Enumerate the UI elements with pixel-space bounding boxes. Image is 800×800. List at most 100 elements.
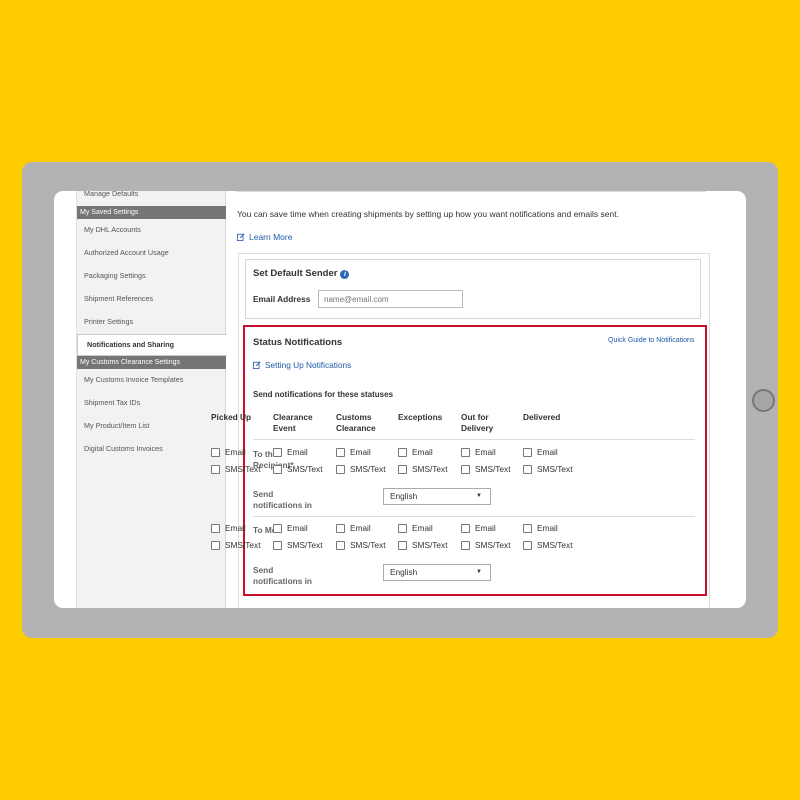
send-label-line: Send bbox=[253, 565, 274, 575]
sms-checkbox[interactable] bbox=[211, 465, 220, 474]
default-sender-title-text: Set Default Sender bbox=[253, 268, 338, 279]
sidebar-section-header: My Saved Settings bbox=[77, 206, 226, 219]
sms-checkbox[interactable] bbox=[523, 541, 532, 550]
sms-checkbox[interactable] bbox=[336, 465, 345, 474]
column-header: Exceptions bbox=[398, 412, 456, 423]
sidebar-item[interactable]: Digital Customs Invoices bbox=[77, 439, 226, 459]
email-option-label: Email bbox=[475, 523, 496, 533]
sms-option-label: SMS/Text bbox=[475, 540, 511, 550]
learn-more-label: Learn More bbox=[249, 232, 293, 242]
email-checkbox[interactable] bbox=[398, 524, 407, 533]
language-select[interactable]: English ▼ bbox=[383, 564, 491, 581]
column-header-line: Clearance bbox=[273, 412, 313, 422]
email-option-label: Email bbox=[350, 447, 371, 457]
sms-checkbox[interactable] bbox=[523, 465, 532, 474]
email-checkbox[interactable] bbox=[523, 448, 532, 457]
screen: Manage Defaults My Saved Settings My DHL A… bbox=[54, 191, 746, 608]
email-checkbox[interactable] bbox=[461, 448, 470, 457]
sms-option-label: SMS/Text bbox=[537, 464, 573, 474]
top-divider bbox=[236, 191, 706, 192]
sms-checkbox[interactable] bbox=[336, 541, 345, 550]
learn-more-link[interactable]: Learn More bbox=[237, 232, 292, 242]
sms-checkbox[interactable] bbox=[211, 541, 220, 550]
sidebar: Manage Defaults My Saved Settings My DHL A… bbox=[76, 191, 227, 608]
column-header-line: Picked Up bbox=[211, 412, 252, 422]
email-checkbox[interactable] bbox=[523, 524, 532, 533]
sms-checkbox[interactable] bbox=[273, 465, 282, 474]
sidebar-item[interactable]: Notifications and Sharing bbox=[77, 334, 227, 356]
sms-option-label: SMS/Text bbox=[412, 464, 448, 474]
email-option-label: Email bbox=[350, 523, 371, 533]
column-header: Delivered bbox=[523, 412, 581, 423]
send-notifications-label: Send notifications in bbox=[253, 565, 312, 587]
sms-option-label: SMS/Text bbox=[412, 540, 448, 550]
column-header-line: Customs bbox=[336, 412, 372, 422]
email-checkbox[interactable] bbox=[336, 448, 345, 457]
email-checkbox[interactable] bbox=[398, 448, 407, 457]
column-header: Out for Delivery bbox=[461, 412, 519, 434]
intro-text: You can save time when creating shipment… bbox=[237, 209, 619, 219]
sidebar-item[interactable]: Printer Settings bbox=[77, 312, 226, 332]
sms-option-label: SMS/Text bbox=[350, 464, 386, 474]
send-label-line: notifications in bbox=[253, 576, 312, 586]
language-select[interactable]: English ▼ bbox=[383, 488, 491, 505]
send-statuses-heading: Send notifications for these statuses bbox=[253, 390, 394, 399]
sidebar-item[interactable]: Shipment Tax IDs bbox=[77, 393, 226, 413]
sidebar-item[interactable]: My Customs Invoice Templates bbox=[77, 370, 226, 390]
sms-option-label: SMS/Text bbox=[475, 464, 511, 474]
quick-guide-link[interactable]: Quick Guide to Notifications bbox=[608, 337, 694, 344]
column-header-line: Clearance bbox=[336, 423, 376, 433]
sms-option-label: SMS/Text bbox=[537, 540, 573, 550]
column-header-line: Event bbox=[273, 423, 296, 433]
sidebar-item[interactable]: Packaging Settings bbox=[77, 266, 226, 286]
sidebar-section-header: My Customs Clearance Settings bbox=[77, 356, 226, 369]
send-label-line: Send bbox=[253, 489, 274, 499]
setting-up-notifications-link[interactable]: Setting Up Notifications bbox=[253, 360, 351, 370]
column-header-line: Delivered bbox=[523, 412, 561, 422]
email-option-label: Email bbox=[537, 447, 558, 457]
email-address-input[interactable] bbox=[318, 290, 463, 308]
sms-checkbox[interactable] bbox=[273, 541, 282, 550]
chevron-down-icon: ▼ bbox=[476, 493, 482, 499]
email-option-label: Email bbox=[225, 447, 246, 457]
email-option-label: Email bbox=[287, 447, 308, 457]
email-option-label: Email bbox=[475, 447, 496, 457]
email-checkbox[interactable] bbox=[273, 448, 282, 457]
sms-checkbox[interactable] bbox=[398, 541, 407, 550]
sidebar-item[interactable]: Manage Defaults bbox=[77, 191, 226, 204]
sms-option-label: SMS/Text bbox=[225, 464, 261, 474]
email-option-label: Email bbox=[225, 523, 246, 533]
sidebar-item[interactable]: My Product/Item List bbox=[77, 416, 226, 436]
email-checkbox[interactable] bbox=[273, 524, 282, 533]
column-header: Picked Up bbox=[211, 412, 269, 423]
sms-option-label: SMS/Text bbox=[287, 540, 323, 550]
column-header: Clearance Event bbox=[273, 412, 331, 434]
tablet-home-button bbox=[752, 389, 775, 412]
column-header: Customs Clearance bbox=[336, 412, 394, 434]
sidebar-item[interactable]: My DHL Accounts bbox=[77, 220, 226, 240]
column-header-line: Exceptions bbox=[398, 412, 443, 422]
status-notifications-title: Status Notifications bbox=[253, 337, 343, 348]
email-checkbox[interactable] bbox=[211, 524, 220, 533]
sms-option-label: SMS/Text bbox=[287, 464, 323, 474]
email-option-label: Email bbox=[412, 447, 433, 457]
language-select-value: English bbox=[390, 491, 418, 501]
email-checkbox[interactable] bbox=[211, 448, 220, 457]
sms-checkbox[interactable] bbox=[398, 465, 407, 474]
email-address-label: Email Address bbox=[253, 294, 311, 304]
sms-checkbox[interactable] bbox=[461, 465, 470, 474]
email-checkbox[interactable] bbox=[336, 524, 345, 533]
chevron-down-icon: ▼ bbox=[476, 569, 482, 575]
send-label-line: notifications in bbox=[253, 500, 312, 510]
sms-checkbox[interactable] bbox=[461, 541, 470, 550]
edit-icon bbox=[237, 233, 245, 241]
main-content: You can save time when creating shipment… bbox=[211, 191, 746, 608]
email-checkbox[interactable] bbox=[461, 524, 470, 533]
sidebar-item[interactable]: Authorized Account Usage bbox=[77, 243, 226, 263]
header-divider bbox=[253, 439, 695, 440]
email-option-label: Email bbox=[287, 523, 308, 533]
row-divider bbox=[253, 516, 695, 517]
info-icon[interactable]: i bbox=[340, 270, 350, 279]
sidebar-item[interactable]: Shipment References bbox=[77, 289, 226, 309]
sms-option-label: SMS/Text bbox=[350, 540, 386, 550]
